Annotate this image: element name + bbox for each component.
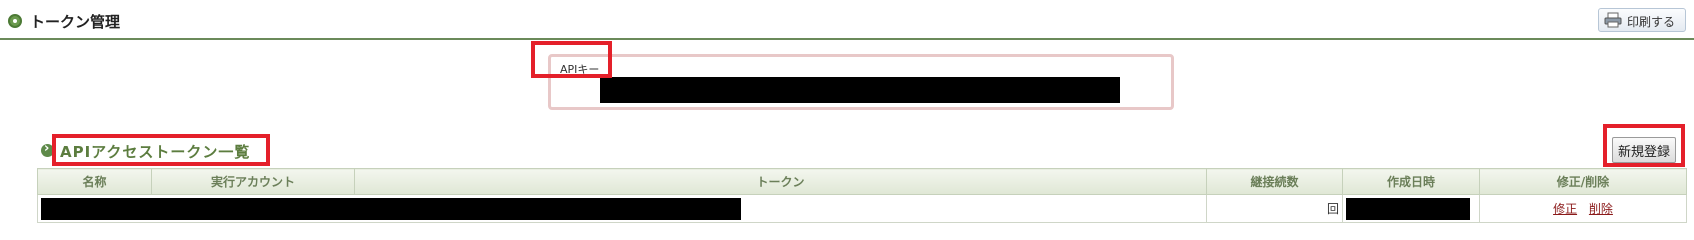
column-header-account[interactable]: 実行アカウント (151, 168, 355, 195)
print-button-label: 印刷する (1627, 15, 1676, 29)
circle-bullet-icon (8, 14, 22, 28)
print-button[interactable]: 印刷する (1598, 8, 1686, 32)
redacted-block (1346, 197, 1470, 220)
column-header-token[interactable]: トークン (354, 168, 1207, 195)
table-row: 回 修正 削除 (37, 194, 1687, 223)
page-title: トークン管理 (30, 13, 121, 31)
highlight-box-api-key (531, 41, 612, 78)
column-header-name[interactable]: 名称 (37, 168, 152, 195)
table-header-row: 名称 実行アカウント トークン 継接続数 作成日時 修正/削除 (37, 168, 1687, 195)
created-date-cell (1342, 194, 1480, 223)
column-header-created[interactable]: 作成日時 (1342, 168, 1480, 195)
column-header-connections[interactable]: 継接続数 (1206, 168, 1343, 195)
actions-cell: 修正 削除 (1479, 194, 1687, 223)
highlight-box-section-title (52, 134, 270, 166)
highlight-box-new-button (1603, 124, 1685, 167)
page-header: トークン管理 印刷する (0, 0, 1694, 40)
connection-count-cell: 回 (1206, 194, 1343, 223)
tokens-table: 名称 実行アカウント トークン 継接続数 作成日時 修正/削除 回 修正 削除 (37, 168, 1687, 223)
redacted-block (41, 197, 741, 220)
delete-link[interactable]: 削除 (1589, 202, 1613, 216)
redacted-name-account-token-cell (37, 194, 1207, 223)
printer-icon (1604, 12, 1622, 28)
column-header-actions: 修正/削除 (1479, 168, 1687, 195)
api-key-value-redacted (600, 77, 1120, 103)
edit-link[interactable]: 修正 (1553, 202, 1577, 216)
